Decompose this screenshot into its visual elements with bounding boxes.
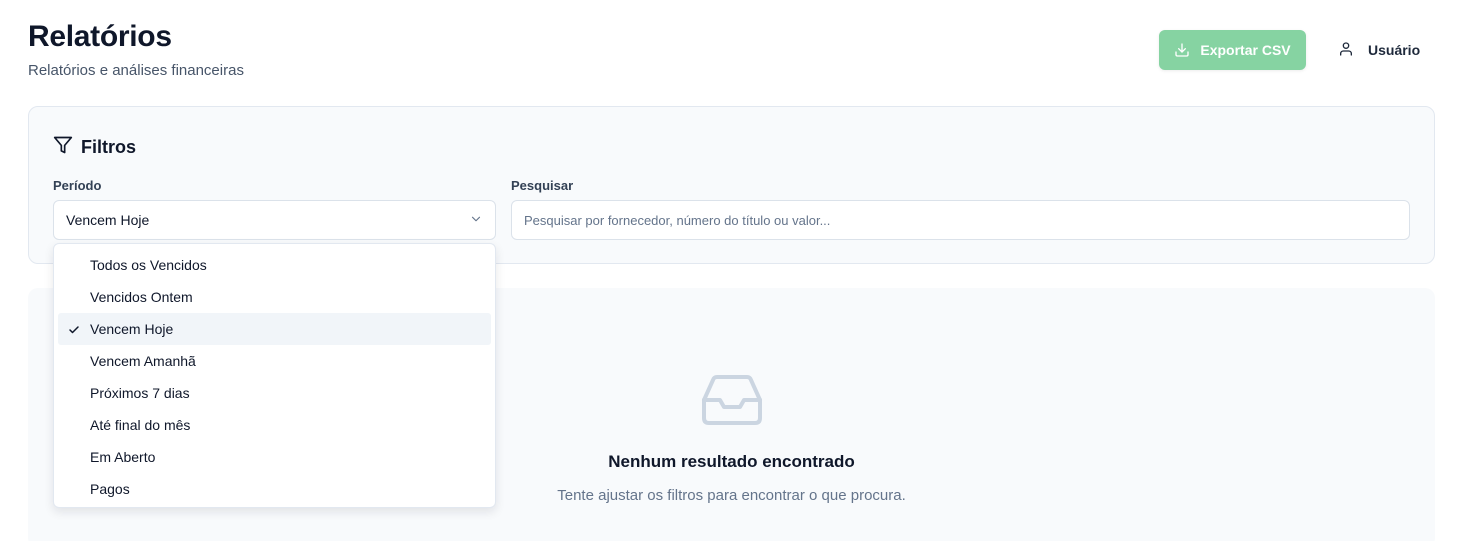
inbox-icon	[701, 374, 763, 431]
filters-header: Filtros	[53, 135, 136, 160]
period-option[interactable]: Até final do mês	[58, 409, 491, 441]
user-menu-button[interactable]: Usuário	[1330, 30, 1430, 70]
export-csv-label: Exportar CSV	[1200, 42, 1291, 58]
period-option-selected[interactable]: Vencem Hoje	[58, 313, 491, 345]
period-option[interactable]: Próximos 7 dias	[58, 377, 491, 409]
filters-title: Filtros	[81, 137, 137, 157]
period-option[interactable]: Vencidos Ontem	[58, 281, 491, 313]
period-option[interactable]: Em Aberto	[58, 441, 491, 473]
search-input[interactable]	[511, 200, 1410, 240]
period-option-label: Vencem Hoje	[90, 321, 174, 337]
download-icon	[1174, 42, 1190, 58]
export-csv-button[interactable]: Exportar CSV	[1159, 30, 1306, 70]
period-option[interactable]: Todos os Vencidos	[58, 249, 491, 281]
filter-icon	[53, 135, 73, 160]
chevron-down-icon	[469, 212, 483, 229]
user-icon	[1338, 41, 1354, 60]
period-select[interactable]: Vencem Hoje	[53, 200, 496, 240]
period-select-value: Vencem Hoje	[66, 212, 150, 228]
user-label: Usuário	[1368, 42, 1421, 58]
search-label: Pesquisar	[511, 178, 574, 193]
period-label: Período	[53, 178, 102, 193]
filters-card: Filtros Período Vencem Hoje Pesquisar	[28, 106, 1435, 264]
period-option[interactable]: Vencem Amanhã	[58, 345, 491, 377]
period-dropdown-menu: Todos os Vencidos Vencidos Ontem Vencem …	[53, 243, 496, 508]
page-title: Relatórios	[28, 20, 172, 53]
check-icon	[68, 323, 80, 339]
period-option[interactable]: Pagos	[58, 473, 491, 505]
page-subtitle: Relatórios e análises financeiras	[28, 62, 244, 79]
